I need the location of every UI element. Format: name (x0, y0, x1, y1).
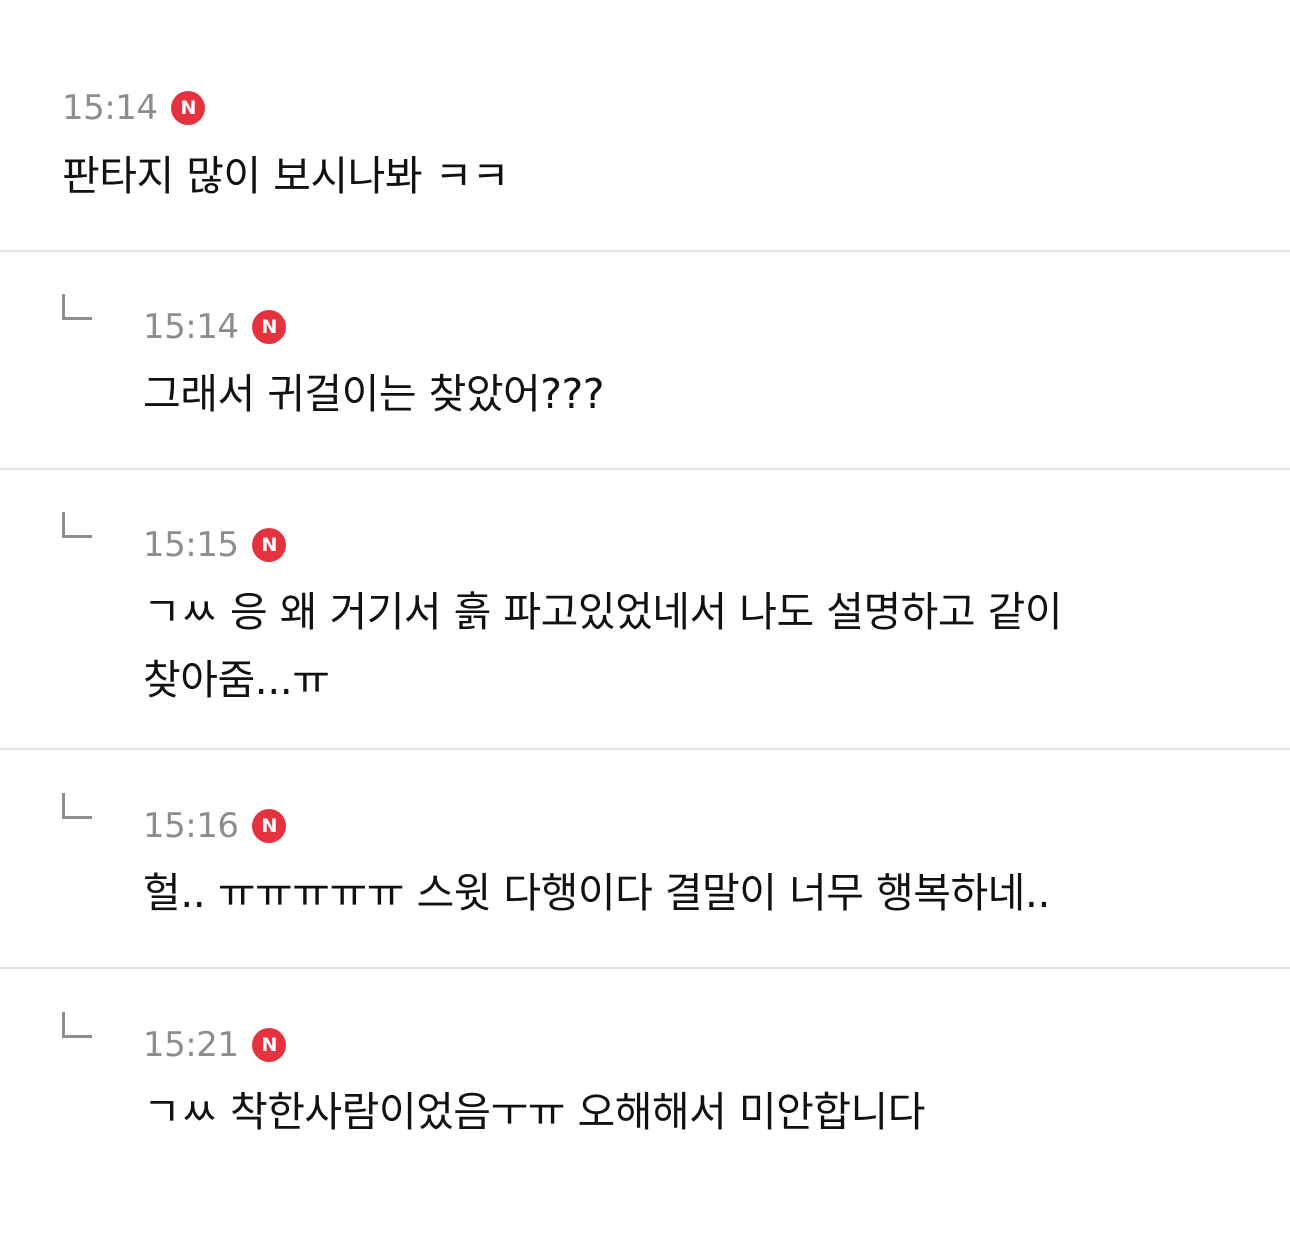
reply-arrow-icon (62, 512, 92, 538)
reply-arrow-icon (62, 1012, 92, 1038)
new-badge-icon: N (252, 528, 287, 562)
comment-meta: 15:14 N (62, 88, 206, 128)
divider (0, 468, 1290, 470)
reply-arrow-icon (62, 294, 92, 320)
divider (0, 967, 1290, 969)
comment-meta: 15:15 N (143, 525, 287, 565)
new-badge-icon: N (252, 809, 287, 843)
new-badge-icon: N (252, 310, 287, 344)
new-badge-icon: N (171, 91, 206, 125)
comment-time: 15:14 (62, 88, 158, 128)
divider (0, 250, 1290, 252)
comment-text: 판타지 많이 보시나봐 ㅋㅋ (62, 152, 510, 200)
comment-time: 15:16 (143, 806, 239, 846)
comment-text: ㄱㅆ 응 왜 거기서 흙 파고있었네서 나도 설명하고 같이 찾아줌...ㅠ (143, 588, 1063, 704)
reply-arrow-icon (62, 793, 92, 819)
comment-time: 15:15 (143, 525, 239, 565)
divider (0, 748, 1290, 750)
comment-meta: 15:16 N (143, 806, 287, 846)
comment-time: 15:14 (143, 307, 239, 347)
new-badge-icon: N (252, 1028, 287, 1062)
comment-text: 헐.. ㅠㅠㅠㅠㅠ 스윗 다행이다 결말이 너무 행복하네.. (143, 869, 1050, 917)
comment-meta: 15:21 N (143, 1025, 287, 1065)
comment-meta: 15:14 N (143, 307, 287, 347)
comment-text: ㄱㅆ 착한사람이었음ㅜㅠ 오해해서 미안합니다 (143, 1088, 926, 1136)
comment-time: 15:21 (143, 1025, 239, 1065)
comment-text: 그래서 귀걸이는 찾았어??? (143, 370, 605, 418)
